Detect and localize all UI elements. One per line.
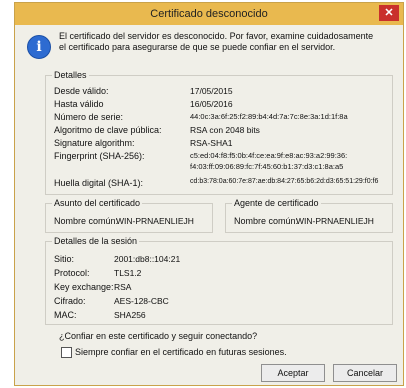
title-bar[interactable]: Certificado desconocido ✕ [15,3,403,25]
session-value: SHA256 [114,310,146,320]
details-value: cd:b3:78:0a:60:7e:87:ae:db:84:27:65:b6:2… [190,178,379,185]
always-trust-label[interactable]: Siempre confiar en el certificado en fut… [75,347,287,357]
details-title: Detalles [52,70,89,80]
details-label: Signature algorithm: [54,138,135,148]
session-label: Key exchange: [54,282,114,292]
subject-label: Nombre común: [54,216,119,226]
close-icon[interactable]: ✕ [379,5,399,21]
details-value: RSA-SHA1 [190,138,233,148]
details-label: Hasta válido [54,99,104,109]
subject-title: Asunto del certificado [52,198,143,208]
session-label: Protocol: [54,268,90,278]
info-icon: i [27,35,51,59]
intro-message: El certificado del servidor es desconoci… [59,31,374,52]
session-label: MAC: [54,310,77,320]
details-label: Huella digital (SHA-1): [54,178,144,188]
session-label: Sitio: [54,254,75,264]
issuer-group: Agente de certificado Nombre común: WIN-… [225,198,393,233]
issuer-title: Agente de certificado [232,198,321,208]
issuer-label: Nombre común: [234,216,299,226]
accept-button[interactable]: Aceptar [261,364,325,382]
details-value: f4:03:ff:09:06:89:fc:7f:45:60:b1:37:d3:c… [190,162,344,171]
issuer-value: WIN-PRNAENLIEJH [296,216,374,226]
subject-group: Asunto del certificado Nombre común: WIN… [45,198,213,233]
details-value: 16/05/2016 [190,99,233,109]
details-label: Desde válido: [54,86,109,96]
session-value: TLS1.2 [114,268,142,278]
details-label: Número de serie: [54,112,124,122]
certificate-dialog: Certificado desconocido ✕ i El certifica… [14,2,404,386]
always-trust-checkbox[interactable] [61,347,72,358]
trust-question: ¿Confiar en este certificado y seguir co… [59,331,258,341]
session-group: Detalles de la sesión Sitio: 2001:db8::1… [45,236,393,325]
session-value: RSA [114,282,132,292]
subject-value: WIN-PRNAENLIEJH [116,216,194,226]
details-label: Fingerprint (SHA-256): [54,151,145,161]
session-title: Detalles de la sesión [52,236,140,246]
cancel-button[interactable]: Cancelar [333,364,397,382]
details-label: Algoritmo de clave pública: [54,125,162,135]
details-value: RSA con 2048 bits [190,125,260,135]
details-value: 44:0c:3a:6f:25:f2:89:b4:4d:7a:7c:8e:3a:1… [190,112,348,121]
session-value: 2001:db8::104:21 [114,254,181,264]
details-value: c5:ed:04:f8:f5:0b:4f:ce:ea:9f:e8:ac:93:a… [190,151,348,160]
details-value: 17/05/2015 [190,86,233,96]
dialog-title: Certificado desconocido [150,8,268,20]
session-label: Cifrado: [54,296,86,306]
details-group: Detalles Desde válido: 17/05/2015 Hasta … [45,70,393,195]
session-value: AES-128-CBC [114,296,169,306]
